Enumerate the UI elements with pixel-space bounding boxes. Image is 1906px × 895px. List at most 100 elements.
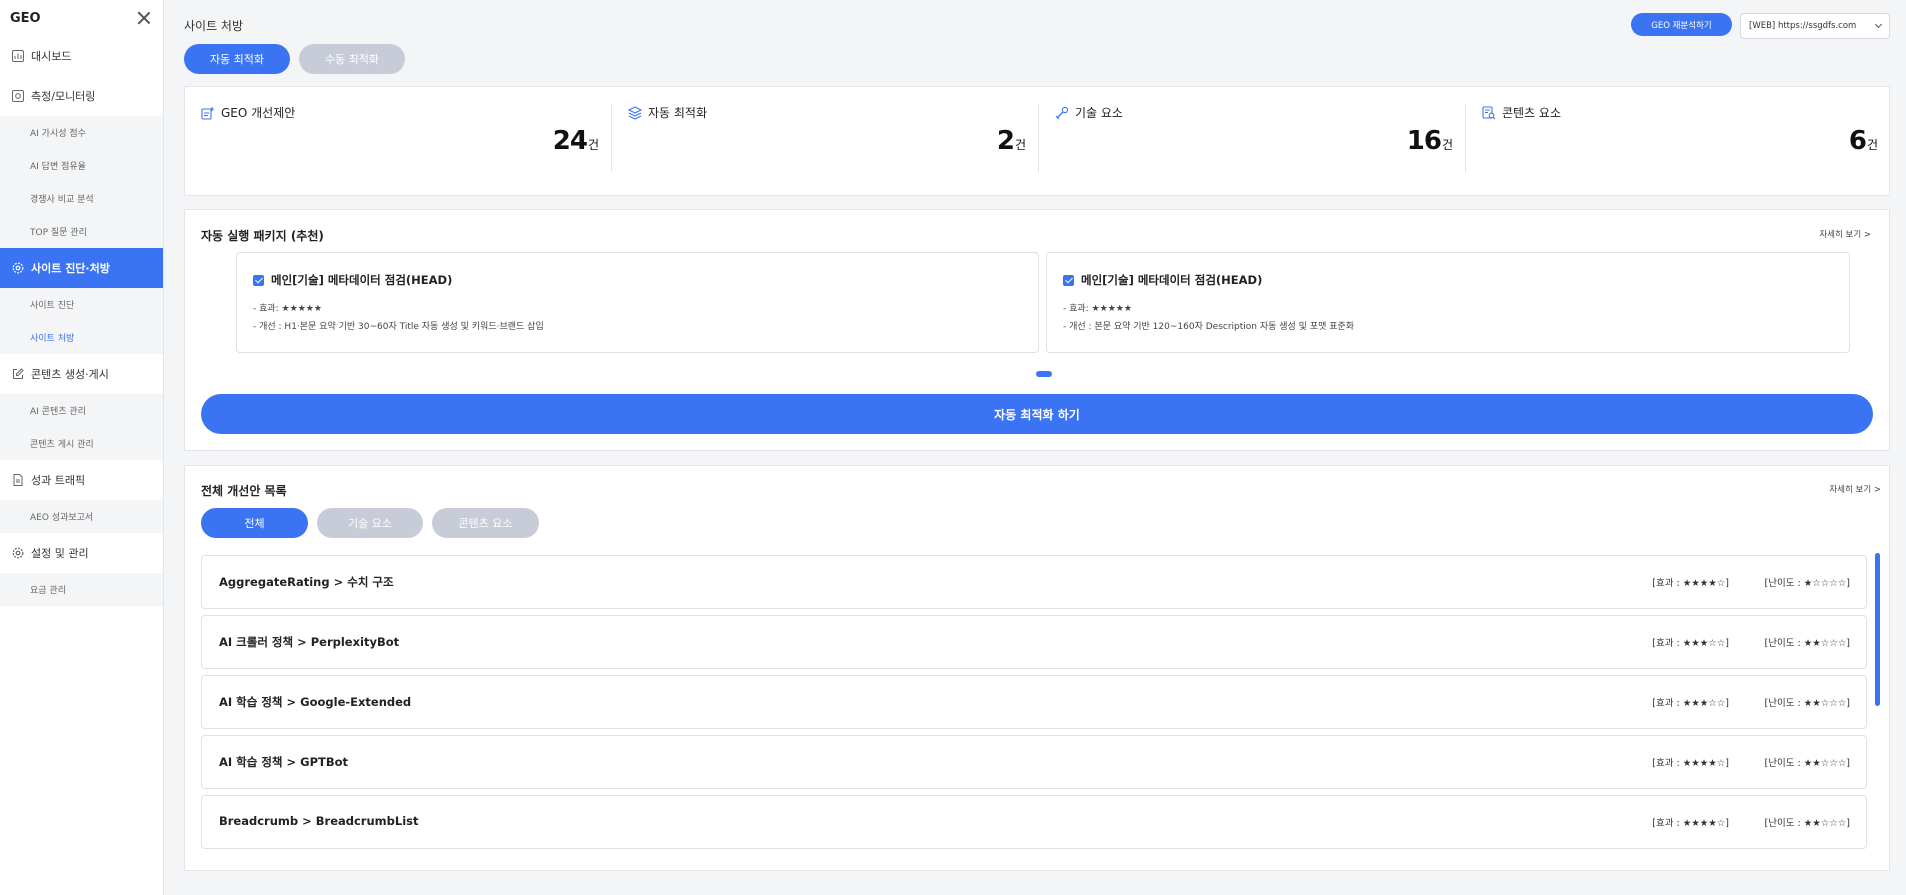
- section-title: 자동 실행 패키지 (추천): [201, 229, 324, 243]
- row-effect: [효과 : ★★★★☆]: [1652, 818, 1729, 829]
- package-item[interactable]: 메인[기술] 메타데이터 점검(HEAD) - 효과: ★★★★★ - 개선 :…: [1046, 252, 1850, 353]
- list-item[interactable]: AggregateRating > 수치 구조 [효과 : ★★★★☆] [난이…: [201, 555, 1867, 609]
- row-effect: [효과 : ★★★★☆]: [1652, 758, 1729, 769]
- stat-label: GEO 개선제안: [221, 106, 296, 120]
- sidebar-subitem-competitor[interactable]: 경쟁사 비교 분석: [0, 182, 163, 215]
- edit-icon: [12, 368, 24, 380]
- list-item[interactable]: AI 학습 정책 > GPTBot [효과 : ★★★★☆] [난이도 : ★★…: [201, 735, 1867, 789]
- filter-content[interactable]: 콘텐츠 요소: [432, 508, 539, 538]
- package-item[interactable]: 메인[기술] 메타데이터 점검(HEAD) - 효과: ★★★★★ - 개선 :…: [236, 252, 1039, 353]
- tab-auto-optimize[interactable]: 자동 최적화: [184, 44, 290, 74]
- sidebar-item-label: 성과 트래픽: [31, 474, 86, 487]
- submenu-site-diagnosis: 사이트 진단 사이트 처방: [0, 288, 163, 354]
- auto-optimize-button[interactable]: 자동 최적화 하기: [201, 394, 1873, 434]
- list-item[interactable]: AI 크롤러 정책 > PerplexityBot [효과 : ★★★☆☆] […: [201, 615, 1867, 669]
- package-item-desc: - 개선 : 본문 요약 기반 120~160자 Description 자동 …: [1063, 322, 1355, 332]
- sidebar-item-settings[interactable]: 설정 및 관리: [0, 533, 163, 573]
- sidebar-item-label: 대시보드: [31, 50, 72, 63]
- carousel-dot[interactable]: [1036, 371, 1052, 377]
- layers-icon: [628, 105, 642, 120]
- package-more-link[interactable]: 자세히 보기 >: [1819, 228, 1871, 240]
- row-title: AI 학습 정책 > GPTBot: [219, 755, 349, 769]
- filter-all[interactable]: 전체: [201, 508, 308, 538]
- package-item-title: 메인[기술] 메타데이터 점검(HEAD): [271, 273, 453, 287]
- sidebar-item-performance[interactable]: 성과 트래픽: [0, 460, 163, 500]
- sidebar-item-label: 측정/모니터링: [31, 90, 96, 103]
- checkbox[interactable]: [253, 274, 264, 286]
- sidebar-subitem-ai-visibility[interactable]: AI 가시성 점수: [0, 116, 163, 149]
- row-difficulty: [난이도 : ★★☆☆☆]: [1764, 818, 1850, 829]
- sidebar-subitem-ai-share[interactable]: AI 답변 점유율: [0, 149, 163, 182]
- tab-manual-optimize[interactable]: 수동 최적화: [299, 44, 405, 74]
- gear-icon: [12, 547, 24, 559]
- stat-geo-suggestions: GEO 개선제안 24건: [185, 87, 611, 195]
- sidebar-item-dashboard[interactable]: 대시보드: [0, 36, 163, 76]
- stat-label: 기술 요소: [1075, 106, 1123, 120]
- sidebar-subitem-site-prescription[interactable]: 사이트 처방: [0, 321, 163, 354]
- sidebar: GEO 대시보드 측정/모니터링 AI 가시성 점수 AI 답변 점유율 경쟁사…: [0, 0, 164, 895]
- monitor-icon: [12, 90, 24, 102]
- package-card: 자동 실행 패키지 (추천) 자세히 보기 > 메인[기술] 메타데이터 점검(…: [184, 209, 1890, 451]
- site-select-value: [WEB] https://ssgdfs.com: [1749, 21, 1857, 31]
- stat-unit: 건: [587, 138, 599, 152]
- row-title: AggregateRating > 수치 구조: [219, 575, 394, 589]
- stat-unit: 건: [1014, 138, 1026, 152]
- stat-unit: 건: [1866, 138, 1878, 152]
- tool-icon: [1055, 106, 1069, 120]
- package-item-effect: - 효과: ★★★★★: [1063, 304, 1132, 314]
- sidebar-item-label: 콘텐츠 생성·게시: [31, 368, 109, 381]
- checkbox[interactable]: [1063, 274, 1074, 286]
- improvement-list-card: 전체 개선안 목록 자세히 보기 > 전체 기술 요소 콘텐츠 요소 Aggre…: [184, 465, 1890, 871]
- sidebar-subitem-top-questions[interactable]: TOP 질문 관리: [0, 215, 163, 248]
- document-icon: [12, 474, 24, 486]
- page-title: 사이트 처방: [184, 19, 244, 33]
- list-more-link[interactable]: 자세히 보기 >: [1829, 483, 1881, 495]
- row-title: Breadcrumb > BreadcrumbList: [219, 814, 419, 828]
- geo-reanalyze-button[interactable]: GEO 재분석하기: [1631, 13, 1732, 36]
- row-effect: [효과 : ★★★☆☆]: [1652, 698, 1729, 709]
- sidebar-item-content[interactable]: 콘텐츠 생성·게시: [0, 354, 163, 394]
- submenu-monitoring: AI 가시성 점수 AI 답변 점유율 경쟁사 비교 분석 TOP 질문 관리: [0, 116, 163, 248]
- row-title: AI 학습 정책 > Google-Extended: [219, 695, 412, 709]
- sidebar-item-label: 사이트 진단·처방: [31, 262, 110, 275]
- stat-label: 콘텐츠 요소: [1502, 106, 1562, 120]
- stat-auto-optimize: 자동 최적화 2건: [612, 87, 1038, 195]
- sidebar-subitem-ai-content[interactable]: AI 콘텐츠 관리: [0, 394, 163, 427]
- sidebar-subitem-billing[interactable]: 요금 관리: [0, 573, 163, 606]
- row-difficulty: [난이도 : ★★☆☆☆]: [1764, 758, 1850, 769]
- content-icon: [1482, 105, 1496, 120]
- package-item-desc: - 개선 : H1·본문 요약 기반 30~60자 Title 자동 생성 및 …: [253, 322, 544, 332]
- submenu-performance: AEO 성과보고서: [0, 500, 163, 533]
- sidebar-item-monitoring[interactable]: 측정/모니터링: [0, 76, 163, 116]
- stat-value: 24: [552, 126, 588, 156]
- list-item[interactable]: Breadcrumb > BreadcrumbList [효과 : ★★★★☆]…: [201, 795, 1867, 849]
- filter-tech[interactable]: 기술 요소: [317, 508, 423, 538]
- sidebar-item-label: 설정 및 관리: [31, 547, 89, 560]
- stat-value: 16: [1406, 126, 1442, 156]
- row-effect: [효과 : ★★★★☆]: [1652, 578, 1729, 589]
- sidebar-subitem-aeo-report[interactable]: AEO 성과보고서: [0, 500, 163, 533]
- submenu-settings: 요금 관리: [0, 573, 163, 606]
- stat-label: 자동 최적화: [648, 106, 708, 120]
- stat-value: 2: [996, 126, 1015, 156]
- gear-badge-icon: [12, 262, 24, 274]
- suggest-icon: [201, 106, 215, 120]
- site-select[interactable]: [WEB] https://ssgdfs.com: [1740, 13, 1890, 39]
- stat-content-elements: 콘텐츠 요소 6건: [1466, 87, 1890, 195]
- sidebar-subitem-content-publish[interactable]: 콘텐츠 게시 관리: [0, 427, 163, 460]
- scrollbar[interactable]: [1875, 553, 1880, 706]
- row-effect: [효과 : ★★★☆☆]: [1652, 638, 1729, 649]
- submenu-content: AI 콘텐츠 관리 콘텐츠 게시 관리: [0, 394, 163, 460]
- close-icon[interactable]: [137, 11, 151, 25]
- chart-icon: [12, 50, 24, 62]
- list-item[interactable]: AI 학습 정책 > Google-Extended [효과 : ★★★☆☆] …: [201, 675, 1867, 729]
- row-title: AI 크롤러 정책 > PerplexityBot: [219, 635, 400, 649]
- sidebar-item-site-diagnosis[interactable]: 사이트 진단·처방: [0, 248, 163, 288]
- stat-value: 6: [1848, 126, 1867, 156]
- sidebar-subitem-site-diagnosis[interactable]: 사이트 진단: [0, 288, 163, 321]
- row-difficulty: [난이도 : ★★☆☆☆]: [1764, 698, 1850, 709]
- row-difficulty: [난이도 : ★★☆☆☆]: [1764, 638, 1850, 649]
- stats-card: GEO 개선제안 24건 자동 최적화 2건 기술 요소 16건 콘텐츠 요소: [184, 86, 1890, 196]
- package-item-title: 메인[기술] 메타데이터 점검(HEAD): [1081, 273, 1263, 287]
- stat-tech-elements: 기술 요소 16건: [1039, 87, 1465, 195]
